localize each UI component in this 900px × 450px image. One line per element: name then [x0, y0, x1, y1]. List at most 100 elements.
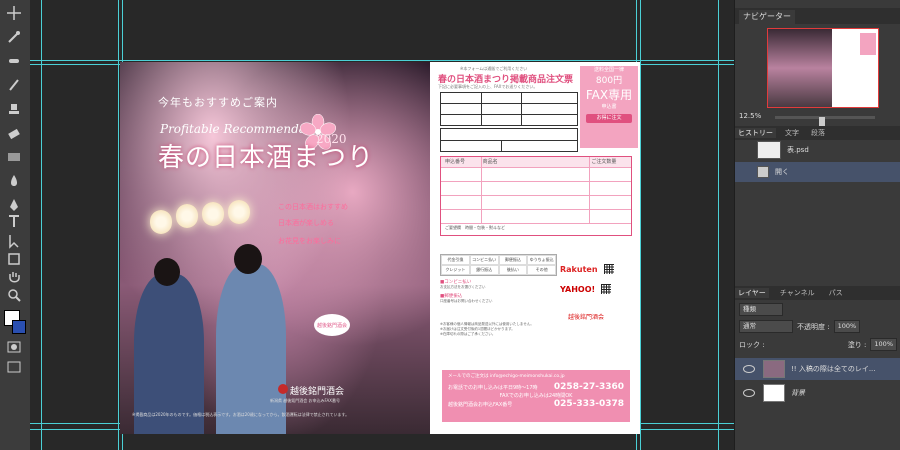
table-line	[441, 195, 631, 196]
path-select-tool-icon[interactable]	[4, 232, 24, 250]
person-figure	[216, 264, 286, 434]
layer-row[interactable]: !! 入稿の際は全てのレイ...	[735, 358, 900, 380]
history-step[interactable]: 開く	[735, 162, 900, 182]
fax-box-price: 800円	[595, 76, 623, 86]
lantern	[228, 200, 250, 224]
eyedropper-tool-icon[interactable]	[4, 28, 24, 46]
opacity-input[interactable]: 100%	[833, 320, 861, 333]
form-notes: ※お客様の個人情報は商品発送以外には使用いたしません。 ※お届けは注文受付後約1…	[440, 322, 630, 337]
order-table-header: 申込番号 商品名 ご注文数量	[441, 157, 631, 167]
zoom-value[interactable]: 12.5%	[739, 112, 761, 120]
navigator-thumbnail[interactable]	[767, 28, 879, 108]
layers-tabbar: レイヤー チャンネル パス	[735, 286, 900, 300]
fax-box-sub: 申込書	[601, 104, 617, 110]
layer-kind-filter[interactable]: 種類	[739, 303, 783, 316]
table-line	[501, 140, 502, 151]
fax-box-line: 送料全国一律	[593, 67, 624, 73]
rectangle-tool-icon[interactable]	[4, 250, 24, 268]
layer-thumbnail	[763, 360, 785, 378]
shop-name: Rakuten	[560, 264, 598, 274]
pay-cell: 銀行振込	[469, 265, 499, 275]
contact-mail: メールでのご注文は info@echigo-meimonshukai.co.jp	[448, 374, 565, 379]
contact-fax-label-row: FAXでのお申し込みは24時間OK	[442, 392, 630, 399]
table-line	[441, 140, 577, 141]
canvas-area[interactable]: 今年もおすすめご案内 Profitable Recommendation 春の日…	[30, 0, 734, 450]
table-line	[441, 209, 631, 210]
lock-row: ロック : 塗り : 100%	[739, 338, 897, 351]
payment-method-table: 代金引換 コンビニ払い 郵便振込 ゆうちょ振込 クレジット 銀行振込 後払い そ…	[440, 254, 557, 276]
tab-paths[interactable]: パス	[826, 288, 846, 298]
poster-copy: お花見をお楽しみに	[278, 237, 341, 245]
fill-input[interactable]: 100%	[870, 338, 897, 351]
move-tool-icon[interactable]	[4, 4, 24, 22]
zoom-slider-thumb[interactable]	[819, 117, 825, 126]
background-color-swatch[interactable]	[12, 320, 26, 334]
contact-fax-row: 越後銘門酒会お申込FAX番号 025-333-0378	[442, 399, 630, 409]
step-icon	[757, 166, 769, 178]
eraser-tool-icon[interactable]	[4, 124, 24, 142]
tab-paragraph[interactable]: 段落	[808, 128, 828, 138]
stamp-tool-icon[interactable]	[4, 100, 24, 118]
brand-logo-icon	[278, 384, 288, 394]
brush-tool-icon[interactable]	[4, 76, 24, 94]
table-line	[589, 157, 590, 223]
document-canvas[interactable]: 今年もおすすめご案内 Profitable Recommendation 春の日…	[120, 62, 640, 434]
layer-row[interactable]: 背景	[735, 382, 900, 404]
online-shops: Rakuten YAHOO!	[560, 254, 632, 294]
type-tool-icon[interactable]	[4, 212, 24, 230]
hand-tool-icon[interactable]	[4, 268, 24, 286]
zoom-tool-icon[interactable]	[4, 286, 24, 304]
table-line	[481, 93, 482, 125]
order-col-number: 申込番号	[445, 159, 466, 165]
tab-history[interactable]: ヒストリー	[735, 128, 776, 138]
history-snapshot[interactable]: 表.psd	[735, 140, 900, 160]
snapshot-thumbnail	[757, 141, 781, 159]
pay-cell: 後払い	[498, 265, 528, 275]
lock-label: ロック :	[739, 340, 765, 349]
poster-copy: この日本酒はおすすめ	[278, 203, 348, 211]
tab-channels[interactable]: チャンネル	[777, 288, 818, 298]
person-figure	[134, 274, 204, 434]
healing-brush-tool-icon[interactable]	[4, 52, 24, 70]
table-line	[441, 167, 631, 168]
visibility-eye-icon[interactable]	[743, 365, 755, 373]
visibility-eye-icon[interactable]	[743, 389, 755, 397]
history-file-name: 表.psd	[787, 146, 809, 154]
table-line	[521, 93, 522, 125]
guide-line	[640, 0, 641, 450]
tab-navigator[interactable]: ナビゲーター	[739, 10, 795, 24]
zoom-slider[interactable]	[775, 116, 875, 126]
order-table: 申込番号 商品名 ご注文数量 ご要望欄 時間・包装・熨斗など	[440, 156, 632, 236]
gradient-tool-icon[interactable]	[4, 148, 24, 166]
quick-mask-icon[interactable]	[4, 338, 24, 356]
pay-cell: ゆうちょ振込	[527, 255, 556, 265]
layer-thumbnail	[763, 384, 785, 402]
right-panels: ナビゲーター 12.5% ヒストリー 文字 段落 表.psd 開く レイヤー チ…	[734, 0, 900, 450]
form-company: 越後銘門酒会	[568, 314, 605, 321]
poster-brand: 越後銘門酒会	[290, 387, 345, 397]
fax-box-label: FAX専用	[585, 88, 633, 102]
shop-rakuten: Rakuten	[560, 264, 632, 274]
order-col-product: 商品名	[482, 159, 498, 165]
lantern	[150, 210, 172, 234]
layer-name: !! 入稿の際は全てのレイ...	[791, 365, 876, 373]
shop-name: YAHOO!	[560, 284, 596, 294]
guide-line	[718, 0, 719, 450]
form-note-line: ※在庫切れの際はご了承ください。	[440, 332, 496, 336]
tab-character[interactable]: 文字	[782, 128, 802, 138]
table-line	[441, 114, 577, 115]
poster-copy: 日本酒が楽しめる	[278, 219, 334, 227]
order-col-qty: ご注文数量	[591, 159, 617, 165]
screen-mode-icon[interactable]	[4, 358, 24, 376]
guide-line	[30, 60, 734, 61]
blur-tool-icon[interactable]	[4, 172, 24, 190]
layer-filter-row: 種類	[739, 303, 897, 316]
guide-line	[118, 0, 119, 450]
zoom-row: 12.5%	[735, 112, 900, 126]
tab-layers[interactable]: レイヤー	[735, 288, 769, 298]
address-table	[440, 128, 578, 152]
blend-mode-select[interactable]: 通常	[739, 320, 793, 333]
fill-label: 塗り :	[847, 340, 867, 349]
guide-line	[41, 0, 42, 450]
qr-code-icon	[601, 284, 612, 294]
